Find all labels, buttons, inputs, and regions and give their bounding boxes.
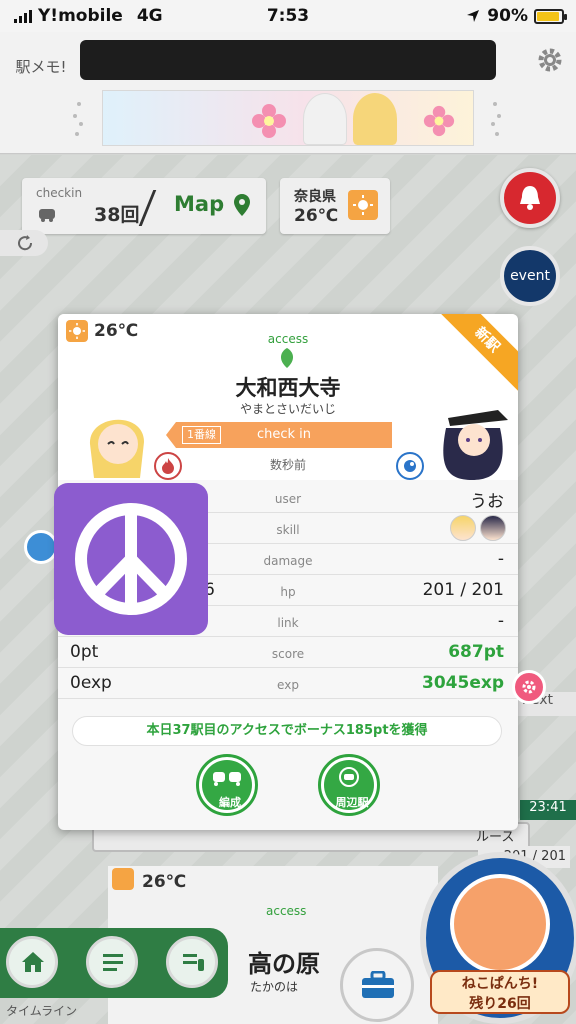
- train-time: 23:41: [520, 800, 576, 820]
- water-attribute-icon: [24, 530, 58, 564]
- bottom-station-name: 高の原: [248, 950, 320, 978]
- skill-avatar-icon[interactable]: [450, 515, 476, 541]
- train-list-button[interactable]: [166, 936, 218, 988]
- refresh-button[interactable]: [0, 230, 48, 256]
- nearby-stations-button[interactable]: 周辺駅: [318, 754, 380, 816]
- team-label: 編成: [219, 796, 241, 809]
- home-icon: [22, 952, 44, 972]
- flower-icon: [423, 105, 455, 137]
- bottom-temperature: 26℃: [142, 872, 187, 892]
- team-icon: [213, 772, 241, 786]
- bonus-message: 本日37駅目のアクセスでボーナス185ptを獲得: [72, 716, 502, 746]
- peace-sign-icon: [54, 483, 208, 635]
- prefecture-name: 奈良県: [294, 189, 336, 205]
- bag-button[interactable]: [340, 948, 414, 1022]
- cat-punch-label[interactable]: ねこぱんち! 残り26回: [430, 970, 570, 1014]
- notification-button[interactable]: [500, 168, 560, 228]
- access-label: access: [267, 332, 309, 346]
- cat-punch-title: ねこぱんち!: [461, 976, 539, 992]
- app-logo[interactable]: 駅メモ!: [10, 46, 72, 88]
- checkin-text: check in: [256, 427, 312, 442]
- event-banner[interactable]: [102, 90, 474, 146]
- list-button[interactable]: [86, 936, 138, 988]
- stat-row-score: 0pt score 687pt: [58, 637, 518, 668]
- checkin-count: 38回: [94, 204, 140, 226]
- stat-row-exp: 0exp exp 3045exp: [58, 668, 518, 699]
- stat-value: -: [497, 611, 504, 631]
- skill-avatar-icon[interactable]: [480, 515, 506, 541]
- checkin-banner: 1番線 check in: [166, 422, 392, 448]
- location-arrow-icon: [467, 10, 480, 22]
- train-icon: [39, 209, 55, 222]
- checkin-label: checkin: [36, 186, 83, 200]
- stat-value: -: [497, 549, 504, 569]
- battery-percent: 90%: [487, 6, 528, 26]
- station-search-icon: [339, 767, 359, 787]
- skill-icons[interactable]: [450, 515, 506, 541]
- stat-value: 3045exp: [422, 673, 504, 693]
- flower-icon: [252, 104, 286, 138]
- team-button[interactable]: 編成: [196, 754, 258, 816]
- decor-dots-icon: [491, 102, 501, 136]
- sun-icon: [112, 868, 134, 890]
- home-button[interactable]: [6, 936, 58, 988]
- bottom-access-label: access: [266, 904, 307, 918]
- checkin-panel[interactable]: checkin 38回 Map: [22, 178, 266, 234]
- bottom-station-reading: たかのは: [250, 980, 299, 994]
- stat-value: 687pt: [448, 642, 504, 662]
- cat-punch-remaining: 残り26回: [469, 996, 531, 1012]
- list-icon: [103, 954, 123, 971]
- status-bar: Y!mobile 4G 7:53 90%: [0, 0, 576, 32]
- event-button[interactable]: event: [500, 246, 560, 306]
- map-link[interactable]: Map: [174, 192, 224, 216]
- ad-slot[interactable]: [80, 40, 496, 80]
- time-ago: 数秒前: [269, 458, 306, 472]
- divider: [138, 190, 157, 226]
- settings-gear-icon[interactable]: [536, 46, 564, 74]
- map-pin-icon: [234, 194, 250, 216]
- nearby-label: 周辺駅: [335, 796, 369, 809]
- temperature: 26℃: [294, 206, 339, 226]
- train-list-icon: [183, 954, 204, 971]
- battery-icon: [534, 8, 567, 24]
- briefcase-icon: [362, 971, 394, 998]
- gear-badge-icon[interactable]: [512, 670, 546, 704]
- app-header: 駅メモ!: [0, 32, 576, 154]
- cat-punch-icon: [450, 874, 550, 974]
- bell-icon: [520, 186, 540, 210]
- refresh-icon: [18, 235, 33, 251]
- sun-icon: [348, 190, 378, 220]
- stat-value: うお: [470, 492, 504, 512]
- stat-value: 201 / 201: [422, 580, 504, 600]
- decor-dots-icon: [73, 102, 83, 136]
- timeline-label[interactable]: タイムライン: [6, 1002, 77, 1019]
- leaf-icon: [280, 348, 294, 368]
- weather-panel: 奈良県 26℃: [280, 178, 390, 234]
